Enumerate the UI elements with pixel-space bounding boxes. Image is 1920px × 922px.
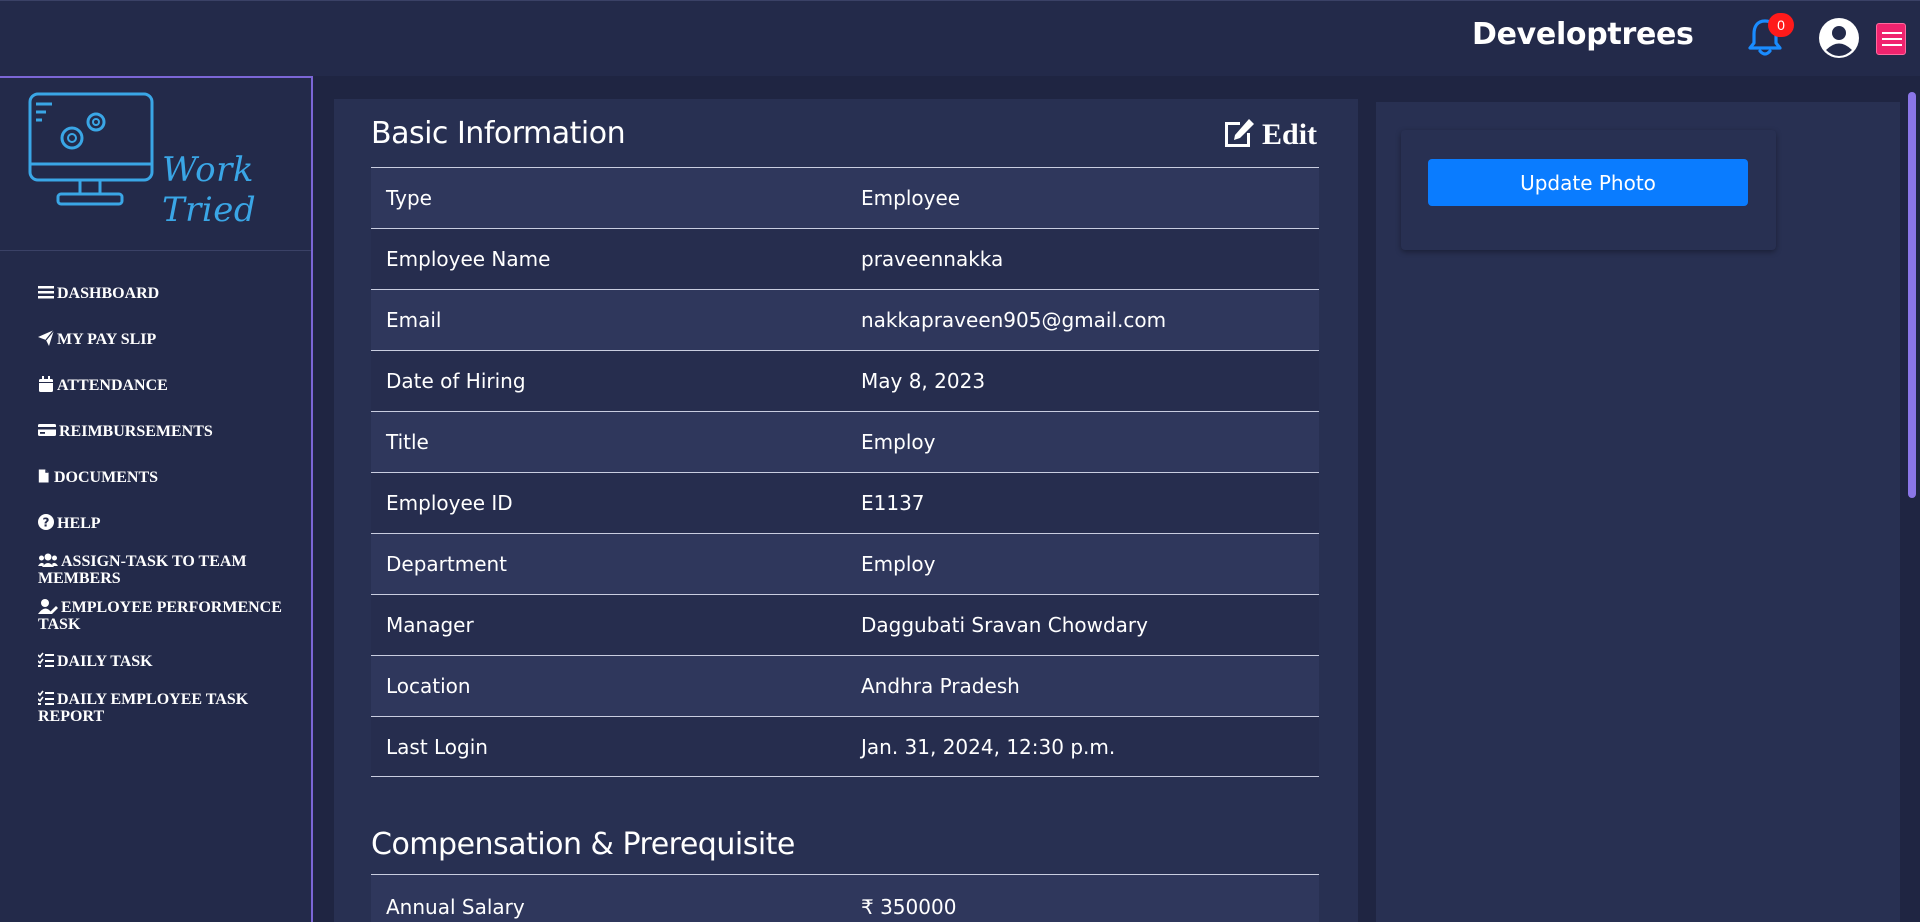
table-row: Date of Hiring May 8, 2023 [371,350,1319,411]
table-row: Employee Name praveennakka [371,228,1319,289]
row-label: Email [386,308,442,332]
row-value: Employ [861,552,936,576]
row-label: Annual Salary [386,895,525,919]
sidebar-item-label: DAILY EMPLOYEE TASK REPORT [38,691,249,725]
table-row: Type Employee [371,167,1319,228]
sidebar-item-assign-task[interactable]: ASSIGN-TASK TO TEAM MEMBERS [38,552,298,587]
table-row: Department Employ [371,533,1319,594]
svg-text:?: ? [43,516,50,530]
notification-count-badge: 0 [1768,13,1794,37]
row-label: Date of Hiring [386,369,526,393]
sidebar: Work Tried DASHBOARD MY PAY SLIP ATTENDA… [0,76,313,922]
edit-button[interactable]: Edit [1222,116,1317,152]
sidebar-item-documents[interactable]: DOCUMENTS [38,468,298,486]
logo[interactable]: Work Tried [28,92,288,230]
scrollbar-thumb[interactable] [1908,92,1916,498]
sidebar-item-label: EMPLOYEE PERFORMENCE TASK [38,599,282,633]
row-value: Jan. 31, 2024, 12:30 p.m. [861,735,1116,759]
sidebar-item-label: DASHBOARD [57,285,160,302]
sidebar-item-attendance[interactable]: ATTENDANCE [38,376,298,394]
sidebar-divider [0,250,311,251]
row-value: nakkapraveen905@gmail.com [861,308,1167,332]
table-row: Email nakkapraveen905@gmail.com [371,289,1319,350]
list-check-icon [38,690,54,705]
bars-icon [38,286,54,299]
logo-text: Work Tried [162,150,257,230]
brand-name: Developtrees [1472,17,1694,52]
row-value: May 8, 2023 [861,369,986,393]
row-value: praveennakka [861,247,1004,271]
sidebar-item-daily-task[interactable]: DAILY TASK [38,652,298,670]
row-label: Employee ID [386,491,513,515]
row-label: Department [386,552,508,576]
menu-bar-icon [1882,38,1902,40]
row-value: Employ [861,430,936,454]
top-header: Developtrees 0 [0,0,1920,76]
user-edit-icon [38,599,58,614]
list-check-icon [38,652,54,667]
users-icon [38,553,58,567]
sidebar-item-label: DAILY TASK [57,653,153,670]
table-row: Last Login Jan. 31, 2024, 12:30 p.m. [371,716,1319,777]
row-value: Daggubati Sravan Chowdary [861,613,1148,637]
edit-icon [1225,119,1254,147]
sidebar-item-label: HELP [57,515,101,532]
row-value: Andhra Pradesh [861,674,1020,698]
table-row: Title Employ [371,411,1319,472]
paper-plane-icon [38,330,54,346]
user-avatar-icon[interactable] [1818,17,1860,59]
table-row: Employee ID E1137 [371,472,1319,533]
compensation-title: Compensation & Prerequisite [371,827,795,862]
table-row: Manager Daggubati Sravan Chowdary [371,594,1319,655]
sidebar-item-reimbursements[interactable]: REIMBURSEMENTS [38,422,298,440]
menu-bar-icon [1882,32,1902,34]
row-value: Employee [861,186,961,210]
table-row: Location Andhra Pradesh [371,655,1319,716]
calendar-icon [39,376,53,392]
monitor-gears-icon [28,92,154,206]
basic-information-title: Basic Information [371,116,626,151]
sidebar-item-label: MY PAY SLIP [57,331,157,348]
edit-label: Edit [1262,118,1318,151]
sidebar-item-label: REIMBURSEMENTS [59,423,213,440]
credit-card-icon [38,424,56,436]
sidebar-item-daily-employee-task-report[interactable]: DAILY EMPLOYEE TASK REPORT [38,690,298,725]
sidebar-item-label: ASSIGN-TASK TO TEAM MEMBERS [38,553,247,587]
menu-bar-icon [1882,44,1902,46]
sidebar-item-label: ATTENDANCE [57,377,168,394]
row-label: Title [386,430,429,454]
row-value: E1137 [861,491,925,515]
row-label: Employee Name [386,247,551,271]
row-label: Type [386,186,432,210]
sidebar-item-employee-performence-task[interactable]: EMPLOYEE PERFORMENCE TASK [38,598,298,633]
row-label: Location [386,674,471,698]
file-icon [38,469,49,483]
update-photo-button[interactable]: Update Photo [1428,159,1748,206]
sidebar-item-dashboard[interactable]: DASHBOARD [38,284,298,302]
sidebar-item-label: DOCUMENTS [54,469,159,486]
menu-toggle-button[interactable] [1876,23,1906,55]
row-value: ₹ 350000 [861,895,957,919]
row-label: Last Login [386,735,488,759]
sidebar-item-help[interactable]: ? HELP [38,514,298,532]
question-circle-icon: ? [38,514,54,530]
row-label: Manager [386,613,474,637]
sidebar-item-my-pay-slip[interactable]: MY PAY SLIP [38,330,298,348]
table-row: Annual Salary ₹ 350000 [371,874,1319,922]
